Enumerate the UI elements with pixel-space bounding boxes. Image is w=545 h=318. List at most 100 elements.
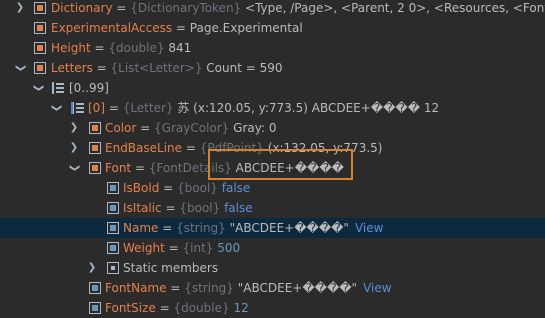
variable-name: ExperimentalAccess <box>51 21 173 35</box>
equals-sign: = <box>182 141 200 155</box>
equals-sign: = <box>155 301 174 315</box>
field-icon <box>34 22 46 34</box>
tree-row-static-members[interactable]: ❯ Static members <box>0 258 545 278</box>
equals-sign: = <box>105 101 123 115</box>
tree-row-isitalic[interactable]: IsItalic = {bool} false <box>0 198 545 218</box>
field-icon <box>34 2 46 14</box>
variable-name: Color <box>105 121 137 135</box>
static-members-label: Static members <box>123 261 219 275</box>
range-label: [0..99] <box>69 81 109 95</box>
variable-value: false <box>220 201 253 215</box>
chevron-down-icon[interactable]: ❯ <box>46 102 66 114</box>
variable-name: Name <box>123 221 159 235</box>
tree-row-fontname[interactable]: FontName = {string} "ABCDEE+����" View <box>0 278 545 298</box>
tree-row-letter-0[interactable]: ❯ [0] = {Letter} 苏 (x:120.05, y:773.5) A… <box>0 98 545 118</box>
variable-type: {bool} <box>179 201 221 215</box>
variable-type: {double} <box>108 41 165 55</box>
variable-name: EndBaseLine <box>105 141 183 155</box>
static-members-icon <box>107 262 119 274</box>
tree-row-height[interactable]: Height = {double} 841 <box>0 38 545 58</box>
variable-type: {FontDetails} <box>148 161 232 175</box>
variable-name: IsItalic <box>123 201 162 215</box>
list-item-icon <box>71 102 84 114</box>
chevron-right-icon[interactable]: ❯ <box>68 118 80 138</box>
tree-row-name[interactable]: Name = {string} "ABCDEE+����" View <box>0 218 545 238</box>
property-icon <box>89 302 101 314</box>
variable-type: {double} <box>173 301 230 315</box>
equals-sign: = <box>164 241 183 255</box>
variable-value: Gray: 0 <box>229 121 277 135</box>
chevron-right-icon[interactable]: ❯ <box>86 258 98 278</box>
equals-sign: = <box>90 41 109 55</box>
field-icon <box>34 42 46 54</box>
property-icon <box>107 182 119 194</box>
variable-value: false <box>217 181 251 195</box>
variable-name: [0] <box>88 101 105 115</box>
variable-name: Font <box>105 161 132 175</box>
variable-type: {List<Letter>} <box>110 61 203 75</box>
variable-type: {bool} <box>177 181 218 195</box>
variable-type: {Letter} <box>122 101 174 115</box>
debugger-variables-tree: ❯ Dictionary = {DictionaryToken} <Type, … <box>0 0 545 318</box>
variable-value: 苏 (x:120.05, y:773.5) ABCDEE+���� 12 <box>173 101 440 115</box>
chevron-right-icon[interactable]: ❯ <box>14 0 26 18</box>
chevron-right-icon[interactable]: ❯ <box>68 138 80 158</box>
tree-row-font[interactable]: ❯ Font = {FontDetails} ABCDEE+���� <box>0 158 545 178</box>
chevron-down-icon[interactable]: ❯ <box>28 82 48 94</box>
property-icon <box>107 202 119 214</box>
equals-sign: = <box>158 221 177 235</box>
variable-type: {string} <box>184 281 234 295</box>
variable-type: {PdfPoint} <box>199 141 264 155</box>
equals-sign: = <box>159 181 178 195</box>
list-group-icon <box>52 82 64 94</box>
chevron-down-icon[interactable]: ❯ <box>64 162 84 174</box>
tree-row-weight[interactable]: Weight = {int} 500 <box>0 238 545 258</box>
field-icon <box>34 62 46 74</box>
variable-type: {string} <box>176 221 226 235</box>
variable-name: IsBold <box>123 181 160 195</box>
equals-sign: = <box>166 281 185 295</box>
equals-sign: = <box>172 21 190 35</box>
property-icon <box>107 222 119 234</box>
variable-type: {int} <box>182 241 214 255</box>
field-icon <box>89 122 101 134</box>
view-link[interactable]: View <box>363 281 391 295</box>
tree-row-dictionary[interactable]: ❯ Dictionary = {DictionaryToken} <Type, … <box>0 0 545 18</box>
variable-name: Dictionary <box>51 1 113 15</box>
view-link[interactable]: View <box>355 221 383 235</box>
field-icon <box>89 162 101 174</box>
property-icon <box>107 242 119 254</box>
variable-value: 841 <box>164 41 192 55</box>
variable-value: "ABCDEE+����" <box>225 221 349 235</box>
variable-value: 12 <box>229 301 249 315</box>
tree-row-fontsize[interactable]: FontSize = {double} 12 <box>0 298 545 318</box>
variable-value: "ABCDEE+����" <box>233 281 358 295</box>
equals-sign: = <box>161 201 180 215</box>
variable-value: 500 <box>213 241 241 255</box>
variable-name: FontSize <box>105 301 156 315</box>
variable-type: {DictionaryToken} <box>130 1 242 15</box>
equals-sign: = <box>92 61 111 75</box>
variable-value: <Type, /Page>, <Parent, 2 0>, <Resources… <box>245 1 545 15</box>
property-icon <box>89 282 101 294</box>
tree-row-letters[interactable]: ❯ Letters = {List<Letter>} Count = 590 <box>0 58 545 78</box>
variable-value: ABCDEE+���� <box>231 161 344 175</box>
variable-name: Weight <box>123 241 165 255</box>
equals-sign: = <box>136 121 155 135</box>
chevron-down-icon[interactable]: ❯ <box>10 62 30 74</box>
equals-sign: = <box>112 1 131 15</box>
tree-row-color[interactable]: ❯ Color = {GrayColor} Gray: 0 <box>0 118 545 138</box>
variable-value: Count = 590 <box>202 61 283 75</box>
variable-name: Letters <box>51 61 93 75</box>
tree-row-range-group[interactable]: ❯ [0..99] <box>0 78 545 98</box>
variable-type: {GrayColor} <box>154 121 230 135</box>
field-icon <box>89 142 101 154</box>
tree-row-experimentalaccess[interactable]: ExperimentalAccess = Page.Experimental <box>0 18 545 38</box>
variable-name: FontName <box>105 281 167 295</box>
variable-name: Height <box>51 41 91 55</box>
tree-row-isbold[interactable]: IsBold = {bool} false <box>0 178 545 198</box>
equals-sign: = <box>131 161 149 175</box>
variable-value: (x:132.05, y:773.5) <box>263 141 383 155</box>
variable-value: Page.Experimental <box>189 21 303 35</box>
tree-row-endbaseline[interactable]: ❯ EndBaseLine = {PdfPoint} (x:132.05, y:… <box>0 138 545 158</box>
